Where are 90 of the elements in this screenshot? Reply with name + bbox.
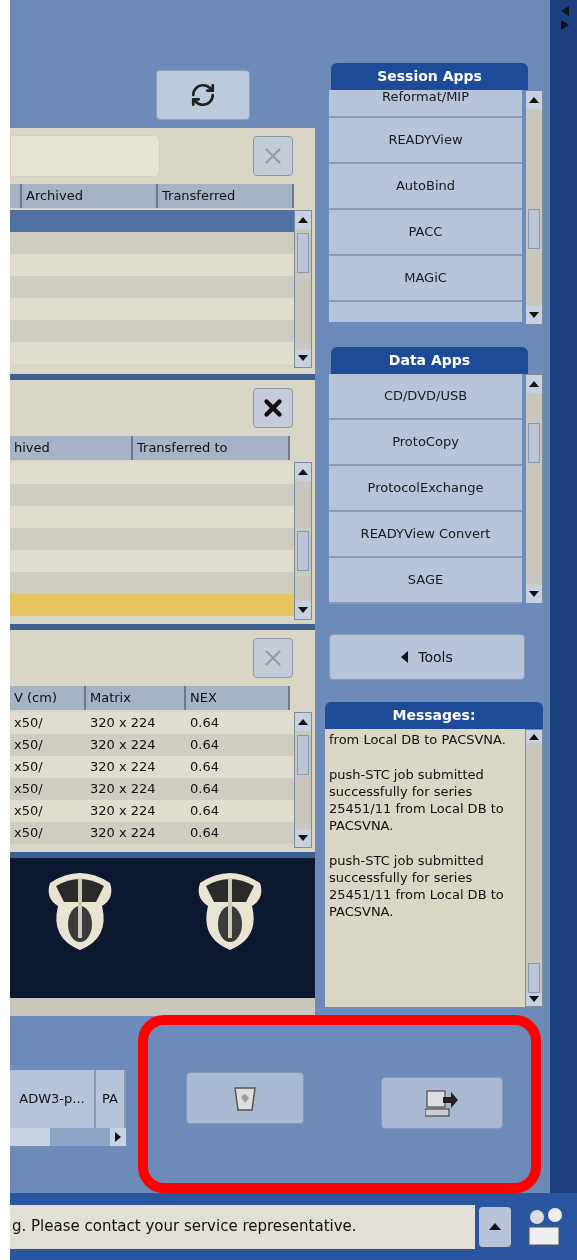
column-header[interactable] bbox=[10, 184, 22, 208]
scroll-right-icon[interactable] bbox=[110, 1128, 126, 1146]
scroll-thumb[interactable] bbox=[297, 735, 309, 775]
scroll-up-icon[interactable] bbox=[295, 463, 311, 481]
table-cell-text: x50/ bbox=[13, 714, 44, 733]
data-app-item[interactable]: CD/DVD/USB bbox=[329, 374, 522, 420]
bottom-tab[interactable]: ADW3-p... bbox=[10, 1070, 96, 1128]
table-cell-text: 0.64 bbox=[189, 802, 220, 821]
refresh-button[interactable] bbox=[155, 70, 250, 120]
table-cell-text: 320 x 224 bbox=[89, 736, 157, 755]
column-header[interactable]: Transferred to bbox=[133, 436, 290, 460]
table-row[interactable]: x50/ 320 x 224 0.64 bbox=[10, 712, 294, 734]
scroll-up-icon[interactable] bbox=[295, 211, 311, 229]
message-text: push-STC job submitted successfully for series 25451/11 from Local DB to PACSVNA. bbox=[329, 766, 505, 834]
trash-button[interactable] bbox=[186, 1072, 304, 1124]
scroll-thumb[interactable] bbox=[297, 233, 309, 273]
session-app-item[interactable]: Reformat/MIP bbox=[329, 90, 522, 118]
scroll-thumb[interactable] bbox=[528, 209, 540, 249]
session-app-item[interactable]: READYView bbox=[329, 118, 522, 164]
data-app-item[interactable]: ProtoCopy bbox=[329, 420, 522, 466]
column-header[interactable]: hived bbox=[10, 436, 133, 460]
table-cell-text: x50/ bbox=[13, 780, 44, 799]
column-header[interactable]: Archived bbox=[22, 184, 158, 208]
scrollbar[interactable] bbox=[294, 210, 312, 368]
data-app-item[interactable]: ProtocolExchange bbox=[329, 466, 522, 512]
scroll-thumb[interactable] bbox=[528, 963, 540, 993]
filter-field[interactable] bbox=[10, 135, 160, 177]
scrollbar[interactable] bbox=[525, 90, 543, 325]
computer-arrow-icon bbox=[425, 1089, 459, 1117]
message-text: from Local DB to PACSVNA. bbox=[329, 731, 507, 748]
scroll-down-icon[interactable] bbox=[295, 349, 311, 367]
column-header[interactable]: NEX bbox=[186, 686, 290, 710]
table-row[interactable]: x50/ 320 x 224 0.64 bbox=[10, 778, 294, 800]
column-header[interactable]: Matrix bbox=[86, 686, 186, 710]
table-cell-text: 0.64 bbox=[189, 824, 220, 843]
table-cell-text: 0.64 bbox=[189, 736, 220, 755]
table-row[interactable]: x50/ 320 x 224 0.64 bbox=[10, 756, 294, 778]
scrollbar[interactable] bbox=[294, 462, 312, 620]
panel-header: Session Apps bbox=[331, 63, 528, 90]
scroll-arrows-icon[interactable] bbox=[558, 6, 569, 30]
scrollbar[interactable] bbox=[525, 729, 543, 1007]
table-row[interactable]: x50/ 320 x 224 0.64 bbox=[10, 822, 294, 844]
session-app-item[interactable]: AutoBind bbox=[329, 164, 522, 210]
table-cell-text: 320 x 224 bbox=[89, 802, 157, 821]
data-app-item[interactable]: SAGE bbox=[329, 558, 522, 604]
scroll-down-icon[interactable] bbox=[526, 306, 542, 324]
scroll-down-icon[interactable] bbox=[526, 585, 542, 603]
tools-button[interactable]: Tools bbox=[329, 634, 525, 680]
scroll-down-icon[interactable] bbox=[295, 829, 311, 847]
scrollbar[interactable] bbox=[294, 712, 312, 848]
table-cell-text: 320 x 224 bbox=[89, 714, 157, 733]
table-cell-text: x50/ bbox=[13, 824, 44, 843]
scrollbar[interactable] bbox=[10, 1128, 126, 1146]
session-app-item[interactable]: PACC bbox=[329, 210, 522, 256]
transfer-button[interactable] bbox=[381, 1077, 503, 1129]
table-row[interactable]: x50/ 320 x 224 0.64 bbox=[10, 800, 294, 822]
scroll-up-icon[interactable] bbox=[526, 730, 542, 744]
trash-icon bbox=[234, 1085, 256, 1111]
table-cell-text: x50/ bbox=[13, 736, 44, 755]
data-app-item[interactable]: READYView Convert bbox=[329, 512, 522, 558]
table-cell-text: 320 x 224 bbox=[89, 780, 157, 799]
caret-icon bbox=[489, 1223, 501, 1230]
table-cell-text: x50/ bbox=[13, 758, 44, 777]
table-cell-text: 0.64 bbox=[189, 714, 220, 733]
scroll-up-icon[interactable] bbox=[295, 713, 311, 731]
scroll-up-icon[interactable] bbox=[526, 375, 542, 393]
table-cell-text: 320 x 224 bbox=[89, 758, 157, 777]
expand-button[interactable] bbox=[479, 1206, 511, 1247]
scroll-up-icon[interactable] bbox=[526, 91, 542, 109]
message-text: push-STC job submitted successfully for series 25451/11 from Local DB to PACSVNA. bbox=[329, 852, 505, 920]
table-row[interactable]: x50/ 320 x 224 0.64 bbox=[10, 734, 294, 756]
scroll-thumb[interactable] bbox=[528, 423, 540, 463]
panel-header: Messages: bbox=[325, 702, 543, 729]
caret-icon bbox=[401, 651, 409, 663]
scroll-thumb[interactable] bbox=[297, 531, 309, 571]
status-field: g. Please contact your service representative. bbox=[10, 1204, 475, 1249]
column-header[interactable]: Transferred bbox=[158, 184, 294, 208]
refresh-icon bbox=[189, 82, 216, 108]
session-app-item[interactable]: MAGiC bbox=[329, 256, 522, 302]
panel-header: Data Apps bbox=[331, 347, 528, 374]
scroll-thumb[interactable] bbox=[10, 1128, 50, 1146]
table-cell-text: x50/ bbox=[13, 802, 44, 821]
clear-button[interactable] bbox=[253, 388, 293, 428]
bottom-tab[interactable]: PA bbox=[96, 1070, 126, 1128]
table-cell-text: 0.64 bbox=[189, 758, 220, 777]
scroll-down-icon[interactable] bbox=[295, 601, 311, 619]
column-header[interactable]: V (cm) bbox=[10, 686, 86, 710]
table-cell-text: 0.64 bbox=[189, 780, 220, 799]
scrollbar[interactable] bbox=[525, 374, 543, 604]
table-cell-text: 320 x 224 bbox=[89, 824, 157, 843]
